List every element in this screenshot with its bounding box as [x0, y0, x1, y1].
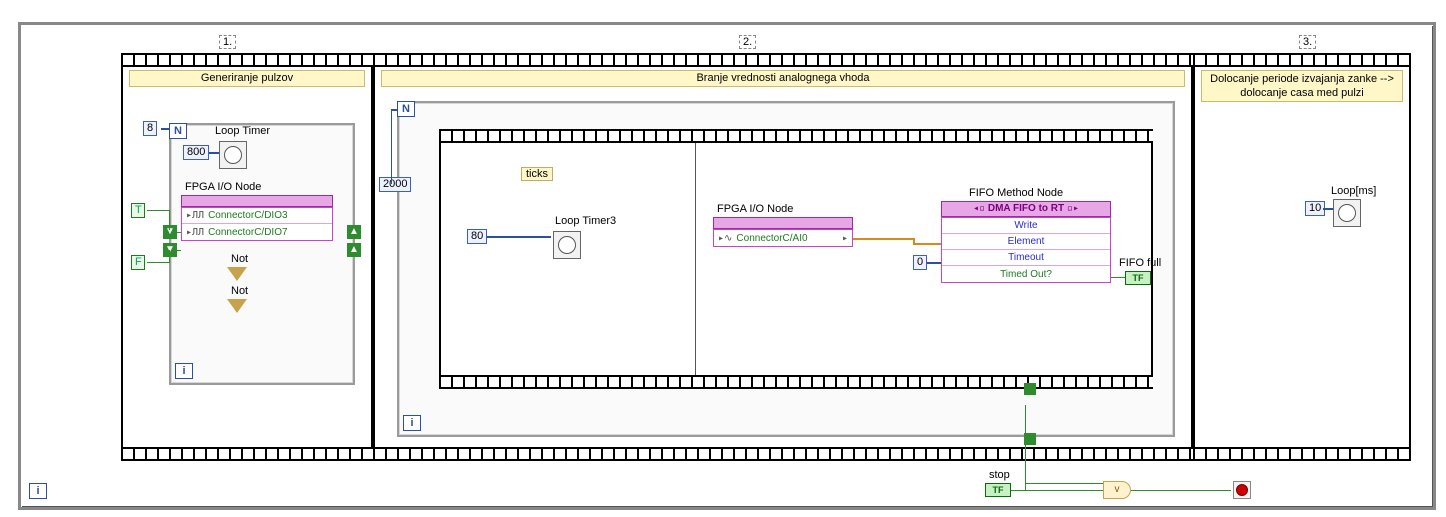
not-label-2: Not: [231, 285, 248, 297]
while-loop-stop-terminal[interactable]: [1233, 481, 1251, 499]
stop-label: stop: [989, 469, 1010, 481]
const-2000[interactable]: 2000: [379, 177, 411, 192]
const-8[interactable]: 8: [143, 121, 157, 136]
not-gate-1[interactable]: [227, 267, 247, 281]
while-loop-frame: i 1. 2. 3. Generiranje pulzov N i 8 Loop…: [18, 22, 1436, 510]
fifo-timedout: Timed Out?: [942, 266, 1110, 282]
shift-reg-left-1: [163, 225, 177, 239]
loop-timer3-label: Loop Timer3: [555, 215, 616, 227]
fifo-full-indicator: [1125, 271, 1151, 285]
not-gate-2[interactable]: [227, 299, 247, 313]
loop-timer-label: Loop Timer: [215, 125, 270, 137]
fifo-body[interactable]: Write Element Timeout Timed Out?: [941, 217, 1111, 283]
loop-timer-icon[interactable]: [219, 141, 247, 169]
fifo-timeout: Timeout: [942, 250, 1110, 266]
const-0[interactable]: 0: [913, 255, 927, 270]
frame1-for-loop[interactable]: N i: [169, 123, 355, 385]
fpga-io2-body[interactable]: ▸∿ConnectorC/AI0▸: [713, 229, 853, 247]
loop-timer3-icon[interactable]: [553, 231, 581, 259]
seq-frame-2: Branje vrednosti analognega vhoda N i 20…: [373, 53, 1193, 461]
labview-block-diagram: i 1. 2. 3. Generiranje pulzov N i 8 Loop…: [0, 0, 1446, 517]
const-true[interactable]: T: [131, 203, 145, 218]
shift-reg-right-2: [347, 243, 361, 257]
seq-frame-3: Dolocanje periode izvajanja zanke --> do…: [1193, 53, 1411, 461]
for2-N: N: [397, 101, 415, 117]
frame2-inner-seq: ticks 80 Loop Timer3 FPGA I/O Node ▸∿Con…: [439, 129, 1153, 389]
loop-ms-timer-icon[interactable]: [1333, 199, 1361, 227]
fifo-method-label: FIFO Method Node: [969, 187, 1063, 199]
fpga-io2-head: [713, 217, 853, 229]
seq-index-1: 1.: [219, 35, 236, 49]
shift-reg-left-2: [163, 243, 177, 257]
ai0: ConnectorC/AI0: [736, 231, 807, 246]
fpga-io-label: FPGA I/O Node: [185, 181, 261, 193]
fifo-full-label: FIFO full: [1119, 257, 1161, 269]
fifo-element: Element: [942, 234, 1110, 250]
frame2-title: Branje vrednosti analognega vhoda: [381, 70, 1185, 87]
fpga-io2-label: FPGA I/O Node: [717, 203, 793, 215]
wire-or-to-stop: [1131, 490, 1231, 491]
fifo-write: Write: [942, 218, 1110, 234]
while-loop-iteration-i: i: [29, 483, 47, 499]
loop-ms-label: Loop[ms]: [1331, 185, 1376, 197]
fpga-io-head: [181, 195, 333, 207]
frame1-title: Generiranje pulzov: [129, 70, 365, 87]
wire-fifo-to-or: [1025, 405, 1026, 491]
const-800[interactable]: 800: [183, 145, 209, 160]
for-loop-i: i: [175, 363, 193, 379]
ticks-label: ticks: [521, 167, 553, 181]
const-80[interactable]: 80: [467, 229, 487, 244]
or-gate[interactable]: v: [1103, 481, 1131, 499]
not-label-1: Not: [231, 253, 248, 265]
fifo-head: ◂▫ DMA FIFO to RT ▫▸: [941, 201, 1111, 217]
dio7: ConnectorC/DIO7: [208, 225, 287, 240]
tunnel-inner-seq: [1024, 383, 1036, 395]
fpga-io-body[interactable]: ▸ЛЛConnectorC/DIO3 ▸ЛЛConnectorC/DIO7: [181, 207, 333, 241]
frame3-title: Dolocanje periode izvajanja zanke --> do…: [1201, 70, 1403, 102]
wire-tunnel-to-or: [1025, 483, 1103, 484]
seq-frame-1: Generiranje pulzov N i 8 Loop Timer 800 …: [121, 53, 373, 461]
seq-index-2: 2.: [739, 35, 756, 49]
wire-stop-to-or: [1011, 490, 1103, 491]
for2-i: i: [403, 415, 421, 431]
dio3: ConnectorC/DIO3: [208, 208, 287, 223]
seq-index-3: 3.: [1299, 35, 1316, 49]
shift-reg-right-1: [347, 225, 361, 239]
const-false[interactable]: F: [131, 255, 145, 270]
for-loop-N: N: [169, 123, 187, 139]
stop-control[interactable]: [985, 483, 1011, 497]
